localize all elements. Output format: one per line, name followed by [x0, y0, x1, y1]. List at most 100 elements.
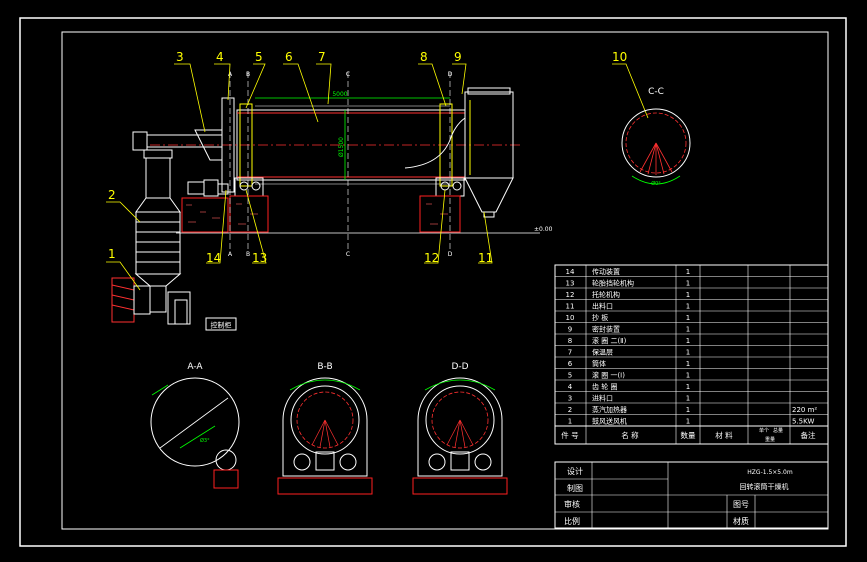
parts-row-qty: 1 [686, 371, 690, 379]
parts-row-no: 12 [566, 291, 575, 299]
header-note: 备注 [801, 430, 816, 440]
parts-row-qty: 1 [686, 291, 690, 299]
balloon-6: 6 [285, 50, 293, 64]
parts-row-no: 1 [568, 417, 572, 425]
tb-material: 材质 [733, 516, 749, 526]
parts-row-name: 传动装置 [592, 267, 620, 276]
parts-row-name: 滚 圈 一(Ⅰ) [592, 370, 625, 379]
ground-level: ±0.00 [534, 226, 553, 233]
balloon-3: 3 [176, 50, 184, 64]
parts-row-name: 鼓风送风机 [592, 416, 627, 425]
header-material: 材 料 [715, 430, 733, 440]
section-dd-view: D-D [412, 362, 508, 495]
balloon-2: 2 [108, 188, 116, 202]
balloon-11: 11 [478, 251, 493, 265]
cc-angle-dimension: Ø0° [651, 180, 661, 187]
parts-row-qty: 1 [686, 360, 690, 368]
balloon-8: 8 [420, 50, 428, 64]
parts-row-qty: 1 [686, 406, 690, 414]
drawing-viewport[interactable]: 控制柜 ±0.00 5000 Ø1500 A B C D A B C D 1 2… [0, 0, 867, 562]
header-qty: 数量 [681, 430, 696, 440]
section-mark-d-top: D [448, 71, 453, 78]
parts-row-no: 9 [568, 325, 572, 333]
parts-row-note: 5.5KW [792, 417, 814, 425]
section-mark-a-bottom: A [228, 251, 233, 258]
parts-row-no: 3 [568, 394, 572, 402]
parts-row-no: 5 [568, 371, 572, 379]
section-mark-c-bottom: C [346, 251, 350, 258]
parts-row-name: 进料口 [592, 393, 613, 402]
parts-row-no: 14 [566, 268, 575, 276]
parts-row-qty: 1 [686, 279, 690, 287]
balloon-9: 9 [454, 50, 462, 64]
balloon-13: 13 [252, 251, 267, 265]
section-mark-b-top: B [246, 71, 250, 78]
control-cabinet-label: 控制柜 [211, 321, 232, 330]
outer-frame [19, 17, 847, 547]
section-mark-b-bottom: B [246, 251, 250, 258]
tb-drawing: 制图 [567, 483, 583, 493]
balloon-14: 14 [206, 251, 221, 265]
section-bb-view: B-B [277, 362, 373, 495]
section-aa-view: A-A Ø3° [150, 362, 240, 489]
tb-design: 设计 [567, 466, 583, 476]
tb-review: 审核 [564, 499, 580, 509]
steam-heater [134, 149, 182, 287]
parts-row-no: 7 [568, 348, 572, 356]
parts-row-name: 托轮机构 [592, 290, 620, 299]
parts-row-name: 滚 圈 二(Ⅱ) [592, 336, 627, 345]
parts-row-no: 13 [566, 279, 575, 287]
blower-fan [111, 277, 191, 325]
title-block: 设计 制图 审核 比例 HZG-1.5×5.0m 回转滚筒干燥机 图号 材质 [554, 461, 829, 529]
balloon-4: 4 [216, 50, 224, 64]
view-title-aa: A-A [187, 362, 203, 372]
parts-row-qty: 1 [686, 302, 690, 310]
parts-row-no: 2 [568, 406, 572, 414]
parts-row-no: 10 [566, 314, 575, 322]
view-title-dd: D-D [451, 362, 468, 372]
diameter-dimension: Ø1500 [338, 137, 345, 157]
cad-drawing: 控制柜 ±0.00 5000 Ø1500 A B C D A B C D 1 2… [19, 17, 847, 547]
parts-row-name: 轮胎挡轮机构 [592, 278, 634, 287]
parts-table: 14 传动装置 113 轮胎挡轮机构 112 托轮机构 111 出料口 110 抄 板 19 密封装置… [554, 264, 829, 445]
inner-frame [61, 31, 829, 530]
parts-row-name: 蒸汽加热器 [592, 405, 627, 414]
aa-angle-dimension: Ø3° [200, 437, 210, 444]
balloon-5: 5 [255, 50, 263, 64]
parts-row-qty: 1 [686, 337, 690, 345]
tb-product: 回转滚筒干燥机 [740, 482, 789, 491]
parts-row-name: 出料口 [592, 301, 613, 310]
balloon-12: 12 [424, 251, 439, 265]
parts-row-qty: 1 [686, 325, 690, 333]
header-name: 名 称 [621, 430, 639, 440]
parts-row-name: 抄 板 [592, 313, 608, 322]
balloon-10: 10 [612, 50, 627, 64]
header-no: 件 号 [561, 430, 578, 440]
header-weight: 重量 [765, 436, 775, 443]
length-dimension: 5000 [332, 91, 347, 98]
parts-row-no: 8 [568, 337, 572, 345]
parts-row-qty: 1 [686, 348, 690, 356]
balloon-7: 7 [318, 50, 326, 64]
parts-row-name: 保温层 [592, 347, 613, 356]
tb-scale: 比例 [564, 516, 580, 526]
parts-row-qty: 1 [686, 394, 690, 402]
parts-row-no: 6 [568, 360, 573, 368]
view-title-cc: C-C [648, 87, 664, 97]
view-title-bb: B-B [317, 362, 332, 372]
section-mark-a-top: A [228, 71, 233, 78]
parts-row-name: 密封装置 [592, 324, 620, 333]
section-mark-c-top: C [346, 71, 350, 78]
discharge-hood [464, 87, 514, 218]
parts-row-name: 筒体 [592, 359, 606, 368]
parts-row-qty: 1 [686, 383, 690, 391]
parts-row-name: 齿 轮 圈 [592, 382, 617, 391]
parts-row-qty: 1 [686, 314, 690, 322]
header-single: 单个 [759, 427, 769, 434]
balloon-1: 1 [108, 247, 116, 261]
parts-row-qty: 1 [686, 268, 690, 276]
parts-row-qty: 1 [686, 417, 690, 425]
parts-row-note: 220 m² [792, 406, 817, 414]
parts-row-no: 11 [566, 302, 575, 310]
tb-drawing-no: 图号 [733, 500, 749, 509]
